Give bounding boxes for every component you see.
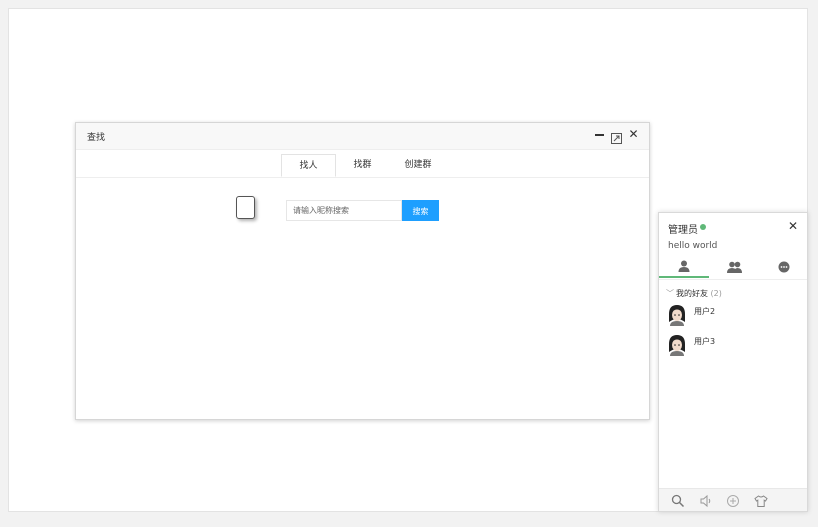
- sound-icon[interactable]: [699, 493, 713, 508]
- friend-name: 用户3: [694, 337, 716, 346]
- user-icon: [678, 260, 690, 272]
- find-window: 查找 ✕ 找人 找群 创建群 搜索: [75, 122, 650, 420]
- find-tabs: 找人 找群 创建群: [76, 150, 649, 178]
- friend-group-name: 我的好友: [676, 289, 708, 298]
- im-main-panel: 管理员 ✕ hello world ﹀ 我的好友 (2) 用户2 用户3: [658, 212, 808, 512]
- friend-name: 用户2: [694, 307, 716, 316]
- group-icon: [726, 261, 742, 273]
- avatar: [669, 305, 685, 326]
- tab-groups[interactable]: [709, 256, 759, 278]
- window-title: 查找: [87, 133, 106, 143]
- search-icon[interactable]: [671, 493, 685, 508]
- skin-icon[interactable]: [754, 493, 768, 507]
- tab-create-group[interactable]: 创建群: [392, 154, 444, 177]
- friend-group-header[interactable]: ﹀ 我的好友 (2): [666, 288, 722, 299]
- close-icon[interactable]: ✕: [628, 128, 639, 140]
- close-icon[interactable]: ✕: [788, 219, 798, 233]
- chat-bubble-icon: [778, 261, 790, 273]
- tab-friends[interactable]: [659, 256, 709, 278]
- window-controls: ✕: [594, 128, 639, 144]
- tab-find-people[interactable]: 找人: [281, 154, 336, 177]
- username: 管理员: [668, 225, 698, 236]
- im-toolbar: [659, 488, 807, 511]
- avatar-placeholder: [236, 196, 255, 219]
- user-sign[interactable]: hello world: [668, 241, 717, 251]
- online-status-icon: [700, 224, 706, 230]
- friend-list: ﹀ 我的好友 (2) 用户2 用户3: [659, 279, 807, 489]
- minimize-icon[interactable]: [594, 129, 605, 140]
- im-header: 管理员 ✕ hello world: [659, 213, 807, 279]
- tab-history[interactable]: [759, 256, 809, 278]
- maximize-icon[interactable]: [611, 129, 622, 144]
- search-button[interactable]: 搜索: [402, 200, 439, 221]
- tab-find-group[interactable]: 找群: [340, 154, 385, 177]
- add-icon[interactable]: [726, 493, 740, 507]
- window-titlebar[interactable]: 查找 ✕: [76, 123, 649, 150]
- list-item[interactable]: 用户3: [667, 334, 797, 360]
- avatar: [669, 335, 685, 356]
- search-input[interactable]: [286, 200, 402, 221]
- list-item[interactable]: 用户2: [667, 304, 797, 330]
- friend-group-count: (2): [710, 289, 722, 298]
- im-tabs: [659, 256, 807, 278]
- chevron-down-icon: ﹀: [666, 289, 674, 298]
